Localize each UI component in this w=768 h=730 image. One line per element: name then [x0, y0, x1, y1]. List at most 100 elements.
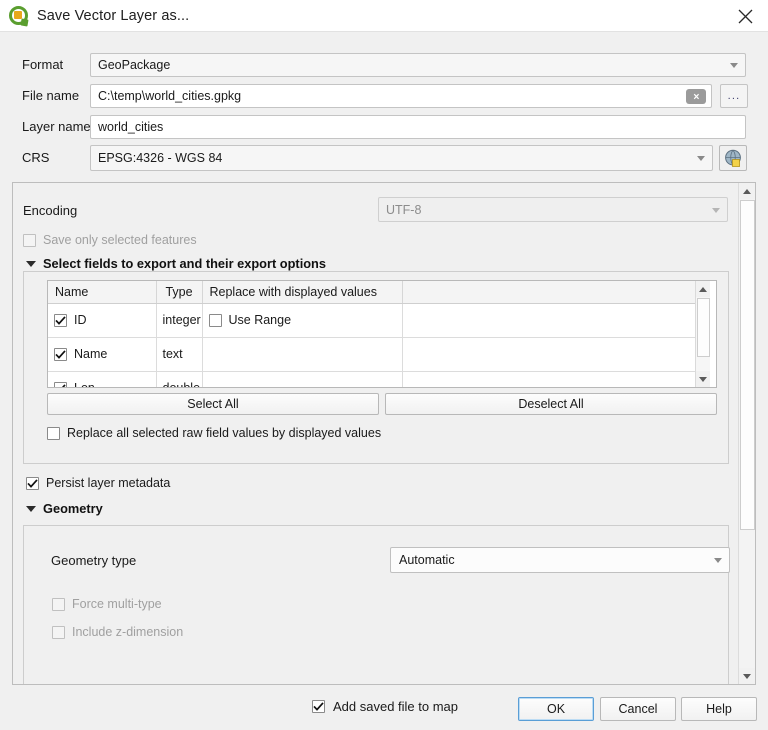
file-name-value: C:\temp\world_cities.gpkg: [98, 89, 241, 103]
field-name-label: Name: [74, 347, 107, 361]
table-row[interactable]: Name text: [48, 337, 700, 371]
field-type-label: double: [163, 381, 201, 388]
geometry-type-combobox[interactable]: Automatic: [390, 547, 730, 573]
select-fields-section-header[interactable]: Select fields to export and their export…: [26, 256, 326, 271]
format-combobox[interactable]: GeoPackage: [90, 53, 746, 77]
globe-icon[interactable]: [719, 145, 747, 171]
scroll-down-icon[interactable]: [739, 668, 755, 684]
deselect-all-button[interactable]: Deselect All: [385, 393, 717, 415]
geometry-group: Geometry type Automatic Force multi-type…: [23, 525, 729, 685]
layer-name-label: Layer name: [22, 119, 91, 135]
crs-label: CRS: [22, 150, 49, 166]
include-z-dimension-checkbox[interactable]: Include z-dimension: [52, 625, 183, 639]
deselect-all-label: Deselect All: [518, 397, 583, 411]
panel-scrollbar[interactable]: [738, 183, 755, 684]
checkbox-icon: [52, 626, 65, 639]
checkbox-icon: [26, 477, 39, 490]
dialog-button-bar: Add saved file to map OK Cancel Help: [0, 685, 768, 730]
add-saved-file-to-map-label: Add saved file to map: [333, 699, 458, 714]
checkbox-icon[interactable]: [54, 314, 67, 327]
persist-metadata-label: Persist layer metadata: [46, 476, 170, 490]
layer-name-input[interactable]: world_cities: [90, 115, 746, 139]
field-filler-cell: [402, 337, 700, 371]
field-replace-cell[interactable]: Use Range: [202, 303, 402, 337]
select-all-button[interactable]: Select All: [47, 393, 379, 415]
select-all-label: Select All: [187, 397, 238, 411]
ellipsis-icon: ...: [728, 93, 741, 99]
column-header-type[interactable]: Type: [156, 281, 202, 303]
cancel-label: Cancel: [619, 702, 658, 716]
force-multi-type-label: Force multi-type: [72, 597, 162, 611]
fields-table-body: IDintegerUse RangeNametextLondoubleLatdo…: [48, 303, 700, 388]
triangle-down-icon: [26, 506, 36, 512]
browse-button[interactable]: ...: [720, 84, 748, 108]
triangle-down-icon: [26, 261, 36, 267]
cancel-button[interactable]: Cancel: [600, 697, 676, 721]
clear-icon[interactable]: [686, 89, 706, 104]
field-name-cell[interactable]: Name: [48, 337, 156, 371]
chevron-down-icon: [712, 208, 720, 213]
checkbox-icon: [23, 234, 36, 247]
geometry-section-label: Geometry: [43, 501, 103, 516]
persist-metadata-checkbox[interactable]: Persist layer metadata: [26, 476, 170, 490]
checkbox-icon[interactable]: [54, 348, 67, 361]
output-settings-form: Format GeoPackage File name C:\temp\worl…: [0, 32, 768, 174]
column-header-name[interactable]: Name: [48, 281, 156, 303]
options-scroll-panel: Encoding UTF-8 Save only selected featur…: [12, 182, 756, 685]
replace-all-checkbox[interactable]: Replace all selected raw field values by…: [47, 426, 381, 440]
table-row[interactable]: ID integer Use Range: [48, 303, 700, 337]
geometry-type-value: Automatic: [399, 553, 455, 567]
save-only-selected-label: Save only selected features: [43, 233, 197, 247]
checkbox-icon[interactable]: [54, 382, 67, 389]
field-type-label: text: [163, 347, 183, 361]
force-multi-type-checkbox[interactable]: Force multi-type: [52, 597, 162, 611]
help-button[interactable]: Help: [681, 697, 757, 721]
checkbox-icon[interactable]: [209, 314, 222, 327]
format-value: GeoPackage: [98, 58, 170, 72]
save-only-selected-checkbox[interactable]: Save only selected features: [23, 233, 197, 247]
checkbox-icon: [312, 700, 325, 713]
field-name-label: Lon: [74, 381, 95, 388]
include-z-dimension-label: Include z-dimension: [72, 625, 183, 639]
field-type-label: integer: [163, 313, 201, 327]
ok-button[interactable]: OK: [518, 697, 594, 721]
field-name-cell[interactable]: Lon: [48, 371, 156, 388]
field-replace-cell[interactable]: [202, 371, 402, 388]
chevron-down-icon: [697, 156, 705, 161]
use-range-label: Use Range: [229, 313, 292, 327]
encoding-combobox[interactable]: UTF-8: [378, 197, 728, 222]
field-type-cell: integer: [156, 303, 202, 337]
qgis-logo-icon: [9, 6, 28, 25]
column-header-replace[interactable]: Replace with displayed values: [202, 281, 402, 303]
format-label: Format: [22, 57, 63, 73]
crs-combobox[interactable]: EPSG:4326 - WGS 84: [90, 145, 713, 171]
fields-table-container: Name Type Replace with displayed values …: [47, 280, 717, 388]
field-name-label: ID: [74, 313, 87, 327]
field-filler-cell: [402, 371, 700, 388]
fields-group: Name Type Replace with displayed values …: [23, 271, 729, 464]
help-label: Help: [706, 702, 732, 716]
chevron-down-icon: [714, 558, 722, 563]
encoding-label: Encoding: [23, 203, 77, 218]
table-row[interactable]: Lon double: [48, 371, 700, 388]
layer-name-value: world_cities: [98, 120, 163, 134]
window-title: Save Vector Layer as...: [37, 8, 189, 24]
scrollbar-thumb[interactable]: [740, 200, 755, 530]
checkbox-icon: [47, 427, 60, 440]
field-name-cell[interactable]: ID: [48, 303, 156, 337]
add-saved-file-to-map-checkbox[interactable]: Add saved file to map: [312, 699, 458, 714]
scrollbar-thumb[interactable]: [697, 298, 710, 357]
chevron-down-icon: [730, 63, 738, 68]
fields-table: Name Type Replace with displayed values …: [48, 281, 700, 388]
ok-label: OK: [547, 702, 565, 716]
scroll-up-icon[interactable]: [739, 183, 755, 199]
field-replace-cell[interactable]: [202, 337, 402, 371]
field-filler-cell: [402, 303, 700, 337]
title-bar: Save Vector Layer as...: [0, 0, 768, 32]
fields-table-scrollbar[interactable]: [695, 281, 710, 387]
file-name-input[interactable]: C:\temp\world_cities.gpkg: [90, 84, 712, 108]
close-icon[interactable]: [722, 0, 768, 32]
scroll-down-icon[interactable]: [696, 371, 710, 387]
geometry-section-header[interactable]: Geometry: [26, 501, 103, 516]
scroll-up-icon[interactable]: [696, 281, 710, 297]
